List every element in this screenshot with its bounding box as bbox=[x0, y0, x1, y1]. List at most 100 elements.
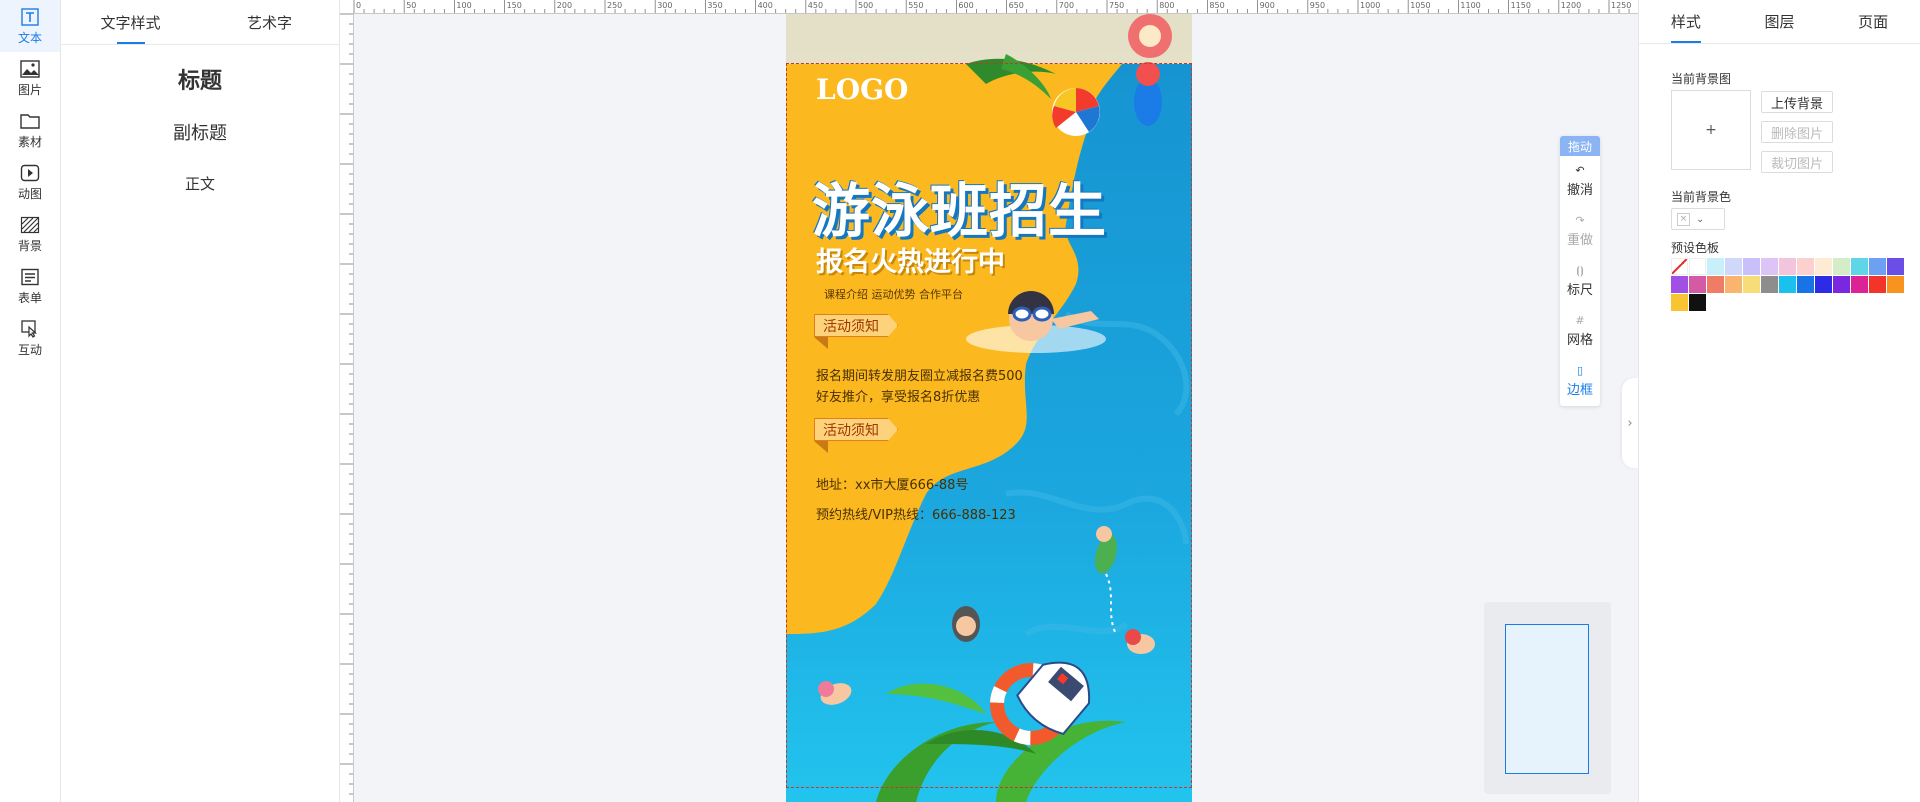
plus-icon: + bbox=[1705, 122, 1717, 138]
toolbox-drag-handle[interactable]: 拖动 bbox=[1560, 136, 1600, 156]
ruler-top-scale: 0 50 100 150 200 250 300 350 400 450 500 550 600 650 7… bbox=[353, 0, 1631, 13]
redo-icon: ↷ bbox=[1575, 213, 1585, 227]
animation-icon bbox=[19, 163, 41, 183]
undo-label: 撤消 bbox=[1566, 182, 1593, 198]
palette-swatch[interactable] bbox=[1887, 258, 1904, 275]
palette-swatch[interactable] bbox=[1671, 276, 1688, 293]
palette-swatch[interactable] bbox=[1815, 258, 1832, 275]
notice-text[interactable]: 报名期间转发朋友圈立减报名费500 好友推介，享受报名8折优惠 bbox=[816, 366, 1023, 408]
notice-text-line2: 好友推介，享受报名8折优惠 bbox=[816, 390, 981, 405]
notice-tag-2-fold bbox=[814, 441, 828, 453]
notice-tag-1[interactable]: 活动须知 bbox=[814, 314, 898, 337]
palette-swatch[interactable] bbox=[1689, 258, 1706, 275]
bg-color-picker[interactable]: × ⌄ bbox=[1671, 208, 1725, 230]
palette-swatch[interactable] bbox=[1725, 258, 1742, 275]
palette-swatch[interactable] bbox=[1671, 294, 1688, 311]
text-style-panel: 文字样式 艺术字 标题 副标题 正文 bbox=[61, 0, 340, 802]
minimap[interactable] bbox=[1484, 602, 1611, 794]
palette-swatch[interactable] bbox=[1851, 276, 1868, 293]
ruler-label: 1200 bbox=[1561, 1, 1581, 10]
upload-bg-button[interactable]: 上传背景 bbox=[1761, 91, 1833, 113]
tab-text-style[interactable]: 文字样式 bbox=[61, 0, 200, 44]
ruler-label: 500 bbox=[858, 1, 873, 10]
ruler-top: 0 50 100 150 200 250 300 350 400 450 500 550 600 650 7… bbox=[340, 0, 1638, 14]
tab-layers[interactable]: 图层 bbox=[1733, 0, 1827, 43]
palette-swatch[interactable] bbox=[1833, 258, 1850, 275]
undo-button[interactable]: ↶ 撤消 bbox=[1560, 156, 1600, 206]
palette-swatch[interactable] bbox=[1671, 258, 1688, 275]
ruler-label: 300 bbox=[657, 1, 672, 10]
ruler-label: 100 bbox=[456, 1, 471, 10]
tab-art-text[interactable]: 艺术字 bbox=[200, 0, 339, 44]
left-nav: 文本 图片 素材 动图 背景 表单 互动 bbox=[0, 0, 61, 802]
poster-headline[interactable]: 游泳班招生 bbox=[812, 164, 1107, 248]
ruler-left-scale bbox=[340, 14, 353, 795]
palette-swatch[interactable] bbox=[1815, 276, 1832, 293]
interaction-icon bbox=[19, 319, 41, 339]
image-icon bbox=[19, 59, 41, 79]
current-bg-color-label: 当前背景色 bbox=[1671, 190, 1732, 204]
ruler-label: 700 bbox=[1059, 1, 1074, 10]
add-body-text-button[interactable]: 正文 bbox=[61, 173, 339, 194]
grid-button[interactable]: # 网格 bbox=[1560, 306, 1600, 356]
nav-background[interactable]: 背景 bbox=[0, 208, 60, 260]
palette-swatch[interactable] bbox=[1833, 276, 1850, 293]
palette-swatch[interactable] bbox=[1743, 276, 1760, 293]
nav-image[interactable]: 图片 bbox=[0, 52, 60, 104]
nav-form[interactable]: 表单 bbox=[0, 260, 60, 312]
palette-swatch[interactable] bbox=[1725, 276, 1742, 293]
notice-text-line1: 报名期间转发朋友圈立减报名费500 bbox=[816, 369, 1023, 384]
tab-style[interactable]: 样式 bbox=[1639, 0, 1733, 43]
ruler-label: 0 bbox=[356, 1, 361, 10]
palette-swatch[interactable] bbox=[1761, 276, 1778, 293]
nav-text[interactable]: 文本 bbox=[0, 0, 60, 52]
ruler-label: 400 bbox=[758, 1, 773, 10]
right-properties-panel: 样式 图层 页面 当前背景图 + 上传背景 删除图片 裁切图片 当前背景色 × … bbox=[1638, 0, 1920, 802]
tab-page[interactable]: 页面 bbox=[1826, 0, 1920, 43]
border-button[interactable]: ▯ 边框 bbox=[1560, 356, 1600, 406]
poster-tagline[interactable]: 课程介绍 运动优势 合作平台 bbox=[824, 286, 963, 302]
palette-swatch[interactable] bbox=[1797, 258, 1814, 275]
redo-label: 重做 bbox=[1566, 232, 1593, 248]
redo-button[interactable]: ↷ 重做 bbox=[1560, 206, 1600, 256]
palette-swatch[interactable] bbox=[1761, 258, 1778, 275]
palette-swatch[interactable] bbox=[1887, 276, 1904, 293]
palette-swatch[interactable] bbox=[1851, 258, 1868, 275]
palette-swatch[interactable] bbox=[1869, 258, 1886, 275]
nav-material[interactable]: 素材 bbox=[0, 104, 60, 156]
palette-swatch[interactable] bbox=[1797, 276, 1814, 293]
ruler-label: 150 bbox=[507, 1, 522, 10]
nav-interaction[interactable]: 互动 bbox=[0, 312, 60, 364]
palette-swatch[interactable] bbox=[1779, 276, 1796, 293]
poster-address[interactable]: 地址：xx市大厦666-88号 bbox=[816, 474, 968, 493]
notice-tag-2[interactable]: 活动须知 bbox=[814, 418, 898, 441]
minimap-viewport[interactable] bbox=[1505, 624, 1589, 774]
palette-swatch[interactable] bbox=[1707, 258, 1724, 275]
palette-swatch[interactable] bbox=[1779, 258, 1796, 275]
palette-swatch[interactable] bbox=[1689, 276, 1706, 293]
bg-image-upload-box[interactable]: + bbox=[1671, 90, 1751, 170]
ruler-button[interactable]: ⦗⦘ 标尺 bbox=[1560, 256, 1600, 306]
collapse-panel-button[interactable]: › bbox=[1622, 378, 1638, 468]
add-title-button[interactable]: 标题 bbox=[61, 63, 339, 95]
current-bg-image-label: 当前背景图 bbox=[1671, 72, 1732, 86]
text-icon bbox=[19, 7, 41, 27]
poster-subheadline[interactable]: 报名火热进行中 bbox=[816, 240, 1005, 279]
crop-image-button[interactable]: 裁切图片 bbox=[1761, 151, 1833, 173]
ruler-label: 250 bbox=[607, 1, 622, 10]
ruler-label: 450 bbox=[808, 1, 823, 10]
add-subtitle-button[interactable]: 副标题 bbox=[61, 119, 339, 145]
poster-canvas[interactable]: LOGO 游泳班招生 报名火热进行中 课程介绍 运动优势 合作平台 活动须知 报… bbox=[786, 14, 1192, 802]
palette-swatch[interactable] bbox=[1707, 276, 1724, 293]
preset-color-palette bbox=[1671, 258, 1911, 311]
no-color-icon: × bbox=[1677, 212, 1690, 226]
delete-image-button[interactable]: 删除图片 bbox=[1761, 121, 1833, 143]
right-panel-tabs: 样式 图层 页面 bbox=[1639, 0, 1920, 44]
poster-hotline[interactable]: 预约热线/VIP热线：666-888-123 bbox=[816, 504, 1016, 523]
palette-swatch[interactable] bbox=[1743, 258, 1760, 275]
palette-swatch[interactable] bbox=[1689, 294, 1706, 311]
palette-swatch[interactable] bbox=[1869, 276, 1886, 293]
nav-material-label: 素材 bbox=[17, 134, 42, 149]
poster-logo[interactable]: LOGO bbox=[816, 73, 908, 106]
nav-animation[interactable]: 动图 bbox=[0, 156, 60, 208]
